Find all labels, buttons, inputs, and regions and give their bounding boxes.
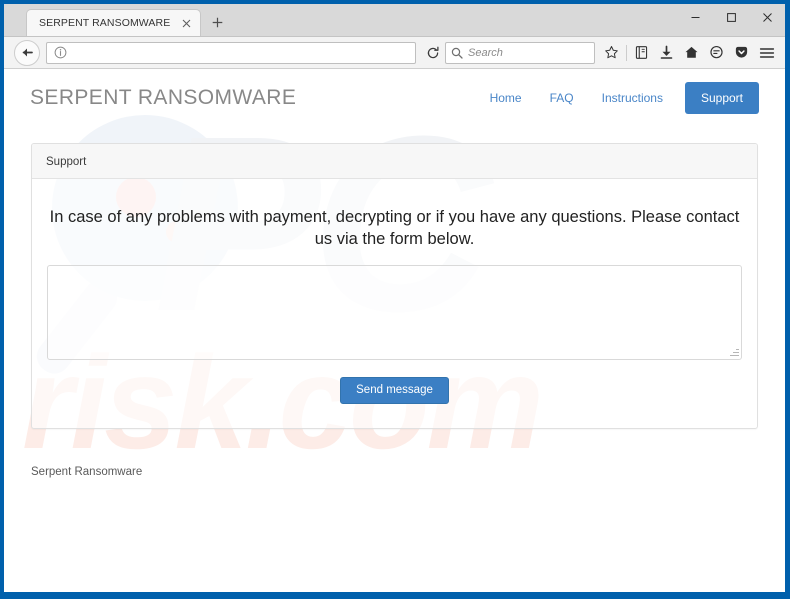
star-icon[interactable] xyxy=(599,40,624,66)
site-brand[interactable]: SERPENT RANSOMWARE xyxy=(30,86,296,110)
info-icon[interactable] xyxy=(51,44,69,62)
pocket-icon[interactable] xyxy=(729,40,754,66)
send-message-button[interactable]: Send message xyxy=(340,376,449,405)
message-textarea[interactable] xyxy=(47,264,742,360)
page-viewport: PC risk.com SERPENT RANSOMWARE Home FAQ … xyxy=(4,69,785,592)
support-panel-title: Support xyxy=(46,156,87,168)
menu-icon[interactable] xyxy=(754,40,779,66)
browser-tabstrip: SERPENT RANSOMWARE xyxy=(4,4,785,37)
screenshot-frame: SERPENT RANSOMWARE Search SERPENT RANSOM… xyxy=(0,0,790,599)
minimize-icon[interactable] xyxy=(677,4,713,30)
browser-window: SERPENT RANSOMWARE Search SERPENT RANSOM… xyxy=(4,4,785,592)
close-icon[interactable] xyxy=(178,15,194,31)
window-controls xyxy=(677,4,785,30)
textarea-resize-handle[interactable] xyxy=(729,347,739,357)
sync-icon[interactable] xyxy=(704,40,729,66)
address-bar[interactable] xyxy=(46,41,416,64)
nav-link-instructions[interactable]: Instructions xyxy=(588,83,677,113)
back-arrow-icon[interactable] xyxy=(14,39,40,66)
close-icon[interactable] xyxy=(749,4,785,30)
support-panel: Support In case of any problems with pay… xyxy=(31,143,758,430)
nav-link-faq[interactable]: FAQ xyxy=(536,83,588,113)
support-panel-heading: Support xyxy=(32,144,757,179)
site-nav-links: Home FAQ Instructions Support xyxy=(476,82,759,114)
browser-toolbar: Search xyxy=(4,37,785,69)
site-footer: Serpent Ransomware xyxy=(31,453,758,480)
browser-tab[interactable]: SERPENT RANSOMWARE xyxy=(26,9,202,36)
reload-icon[interactable] xyxy=(420,40,445,66)
form-actions: Send message xyxy=(45,376,744,405)
nav-link-support[interactable]: Support xyxy=(684,82,759,114)
support-lead-text: In case of any problems with payment, de… xyxy=(49,208,740,248)
site-navbar: SERPENT RANSOMWARE Home FAQ Instructions… xyxy=(4,69,785,127)
support-panel-body: In case of any problems with payment, de… xyxy=(32,179,757,428)
site-footer-text: Serpent Ransomware xyxy=(31,466,143,479)
search-placeholder: Search xyxy=(468,46,503,59)
web-page: SERPENT RANSOMWARE Home FAQ Instructions… xyxy=(4,69,785,480)
search-icon xyxy=(451,47,463,59)
search-input[interactable]: Search xyxy=(445,41,595,64)
browser-tab-title: SERPENT RANSOMWARE xyxy=(39,17,171,29)
message-textarea-value xyxy=(48,266,741,359)
maximize-icon[interactable] xyxy=(713,4,749,30)
library-icon[interactable] xyxy=(629,40,654,66)
download-icon[interactable] xyxy=(654,40,679,66)
nav-link-home[interactable]: Home xyxy=(476,83,536,113)
toolbar-divider xyxy=(626,44,627,61)
plus-icon[interactable] xyxy=(205,9,229,35)
home-icon[interactable] xyxy=(679,40,704,66)
